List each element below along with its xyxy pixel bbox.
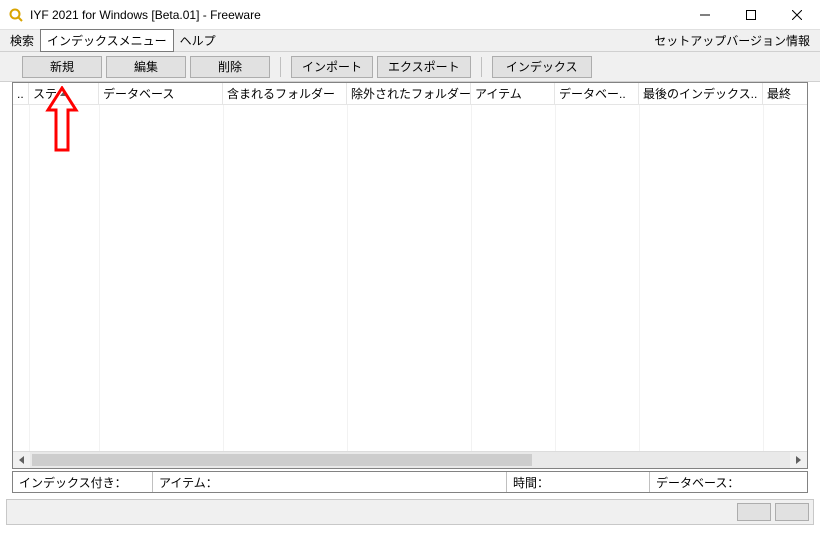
column-database2[interactable]: データベー..	[555, 83, 639, 104]
title-bar: IYF 2021 for Windows [Beta.01] - Freewar…	[0, 0, 820, 30]
mini-button-2[interactable]	[775, 503, 809, 521]
list-body[interactable]	[13, 105, 807, 451]
list-view: .. ステ データベース 含まれるフォルダー 除外されたフォルダー アイテム デ…	[12, 82, 808, 469]
app-icon	[8, 7, 24, 23]
window-title: IYF 2021 for Windows [Beta.01] - Freewar…	[30, 8, 682, 22]
menu-bar: 検索 インデックスメニュー ヘルプ セットアップバージョン情報	[0, 30, 820, 52]
menu-search[interactable]: 検索	[4, 30, 40, 51]
scroll-track[interactable]	[30, 451, 790, 468]
scroll-thumb[interactable]	[32, 454, 532, 466]
mini-button-1[interactable]	[737, 503, 771, 521]
column-blank[interactable]: ..	[13, 83, 29, 104]
column-last-index[interactable]: 最後のインデックス..	[639, 83, 763, 104]
sort-ascending-icon	[60, 91, 68, 96]
close-button[interactable]	[774, 0, 820, 30]
menu-index-menu[interactable]: インデックスメニュー	[40, 29, 174, 52]
minimize-button[interactable]	[682, 0, 728, 30]
status-indexed: インデックス付き：	[13, 472, 153, 492]
list-header: .. ステ データベース 含まれるフォルダー 除外されたフォルダー アイテム デ…	[13, 83, 807, 105]
export-button[interactable]: エクスポート	[377, 56, 471, 78]
toolbar-separator	[481, 57, 482, 77]
toolbar-separator	[280, 57, 281, 77]
new-button[interactable]: 新規	[22, 56, 102, 78]
bottom-bar	[6, 499, 814, 525]
status-time: 時間：	[507, 472, 650, 492]
scroll-right-button[interactable]	[790, 451, 807, 468]
status-bar: インデックス付き： アイテム： 時間： データベース：	[12, 471, 808, 493]
maximize-button[interactable]	[728, 0, 774, 30]
delete-button[interactable]: 削除	[190, 56, 270, 78]
import-button[interactable]: インポート	[291, 56, 373, 78]
column-included-folders[interactable]: 含まれるフォルダー	[223, 83, 347, 104]
scroll-left-button[interactable]	[13, 451, 30, 468]
column-database[interactable]: データベース	[99, 83, 223, 104]
status-database: データベース：	[650, 472, 807, 492]
column-last[interactable]: 最終	[763, 83, 807, 104]
edit-button[interactable]: 編集	[106, 56, 186, 78]
index-button[interactable]: インデックス	[492, 56, 592, 78]
status-items: アイテム：	[153, 472, 507, 492]
column-items[interactable]: アイテム	[471, 83, 555, 104]
menu-setup-version[interactable]: セットアップバージョン情報	[648, 30, 816, 51]
column-status[interactable]: ステ	[29, 83, 99, 104]
column-status-label: ステ	[33, 85, 57, 102]
horizontal-scrollbar[interactable]	[13, 451, 807, 468]
menu-help[interactable]: ヘルプ	[174, 30, 222, 51]
toolbar: 新規 編集 削除 インポート エクスポート インデックス	[0, 52, 820, 82]
column-excluded-folders[interactable]: 除外されたフォルダー	[347, 83, 471, 104]
